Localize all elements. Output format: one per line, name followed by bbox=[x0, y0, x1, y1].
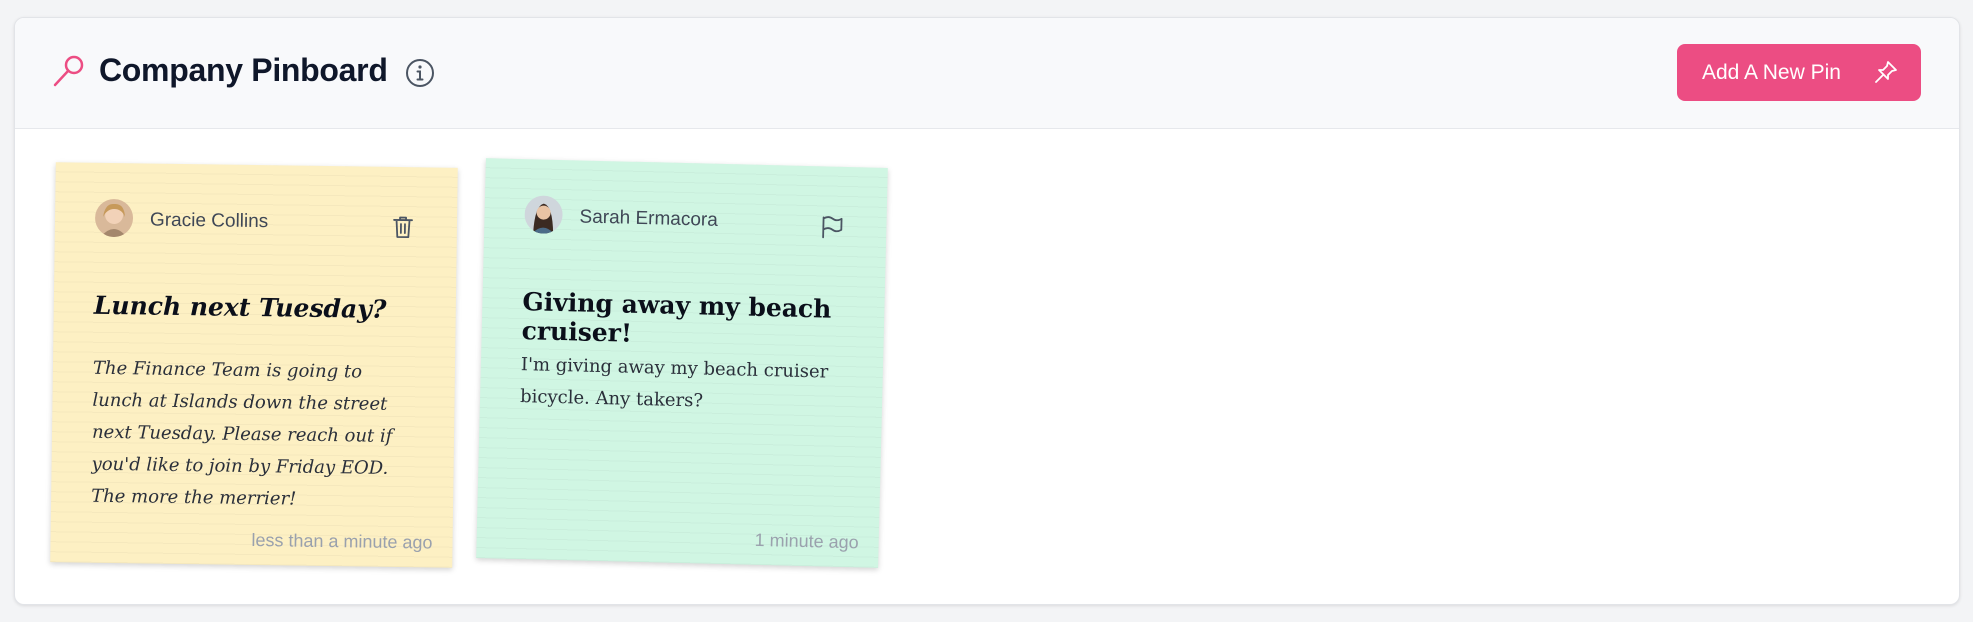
add-pin-label: Add A New Pin bbox=[1702, 60, 1841, 84]
pinboard-panel: Company Pinboard Add A New Pin Gracie Co… bbox=[14, 17, 1960, 605]
author-name: Sarah Ermacora bbox=[579, 206, 719, 231]
pin-timestamp: 1 minute ago bbox=[754, 529, 859, 553]
pin-title: Giving away my beach cruiser! bbox=[521, 287, 832, 348]
pushpin-icon bbox=[1875, 61, 1897, 83]
add-pin-button[interactable]: Add A New Pin bbox=[1677, 44, 1921, 101]
avatar bbox=[94, 198, 134, 238]
avatar bbox=[524, 195, 564, 235]
pinboard-header: Company Pinboard Add A New Pin bbox=[15, 18, 1959, 129]
author-name: Gracie Collins bbox=[149, 209, 269, 233]
pin-title: Lunch next Tuesday? bbox=[93, 290, 387, 324]
flag-icon[interactable] bbox=[818, 212, 847, 241]
pin-body: The Finance Team is going to lunch at Is… bbox=[91, 357, 393, 510]
pin-icon bbox=[53, 55, 84, 87]
info-icon[interactable] bbox=[404, 57, 436, 89]
pin-card[interactable]: Gracie Collins Lunch next Tuesday? The F… bbox=[50, 162, 458, 568]
pin-body: I'm giving away my beach cruiser bicycle… bbox=[519, 354, 829, 412]
page-title: Company Pinboard bbox=[99, 52, 388, 88]
pin-card[interactable]: Sarah Ermacora Giving away my beach crui… bbox=[476, 158, 888, 568]
pin-timestamp: less than a minute ago bbox=[251, 529, 433, 553]
trash-icon[interactable] bbox=[389, 213, 417, 241]
